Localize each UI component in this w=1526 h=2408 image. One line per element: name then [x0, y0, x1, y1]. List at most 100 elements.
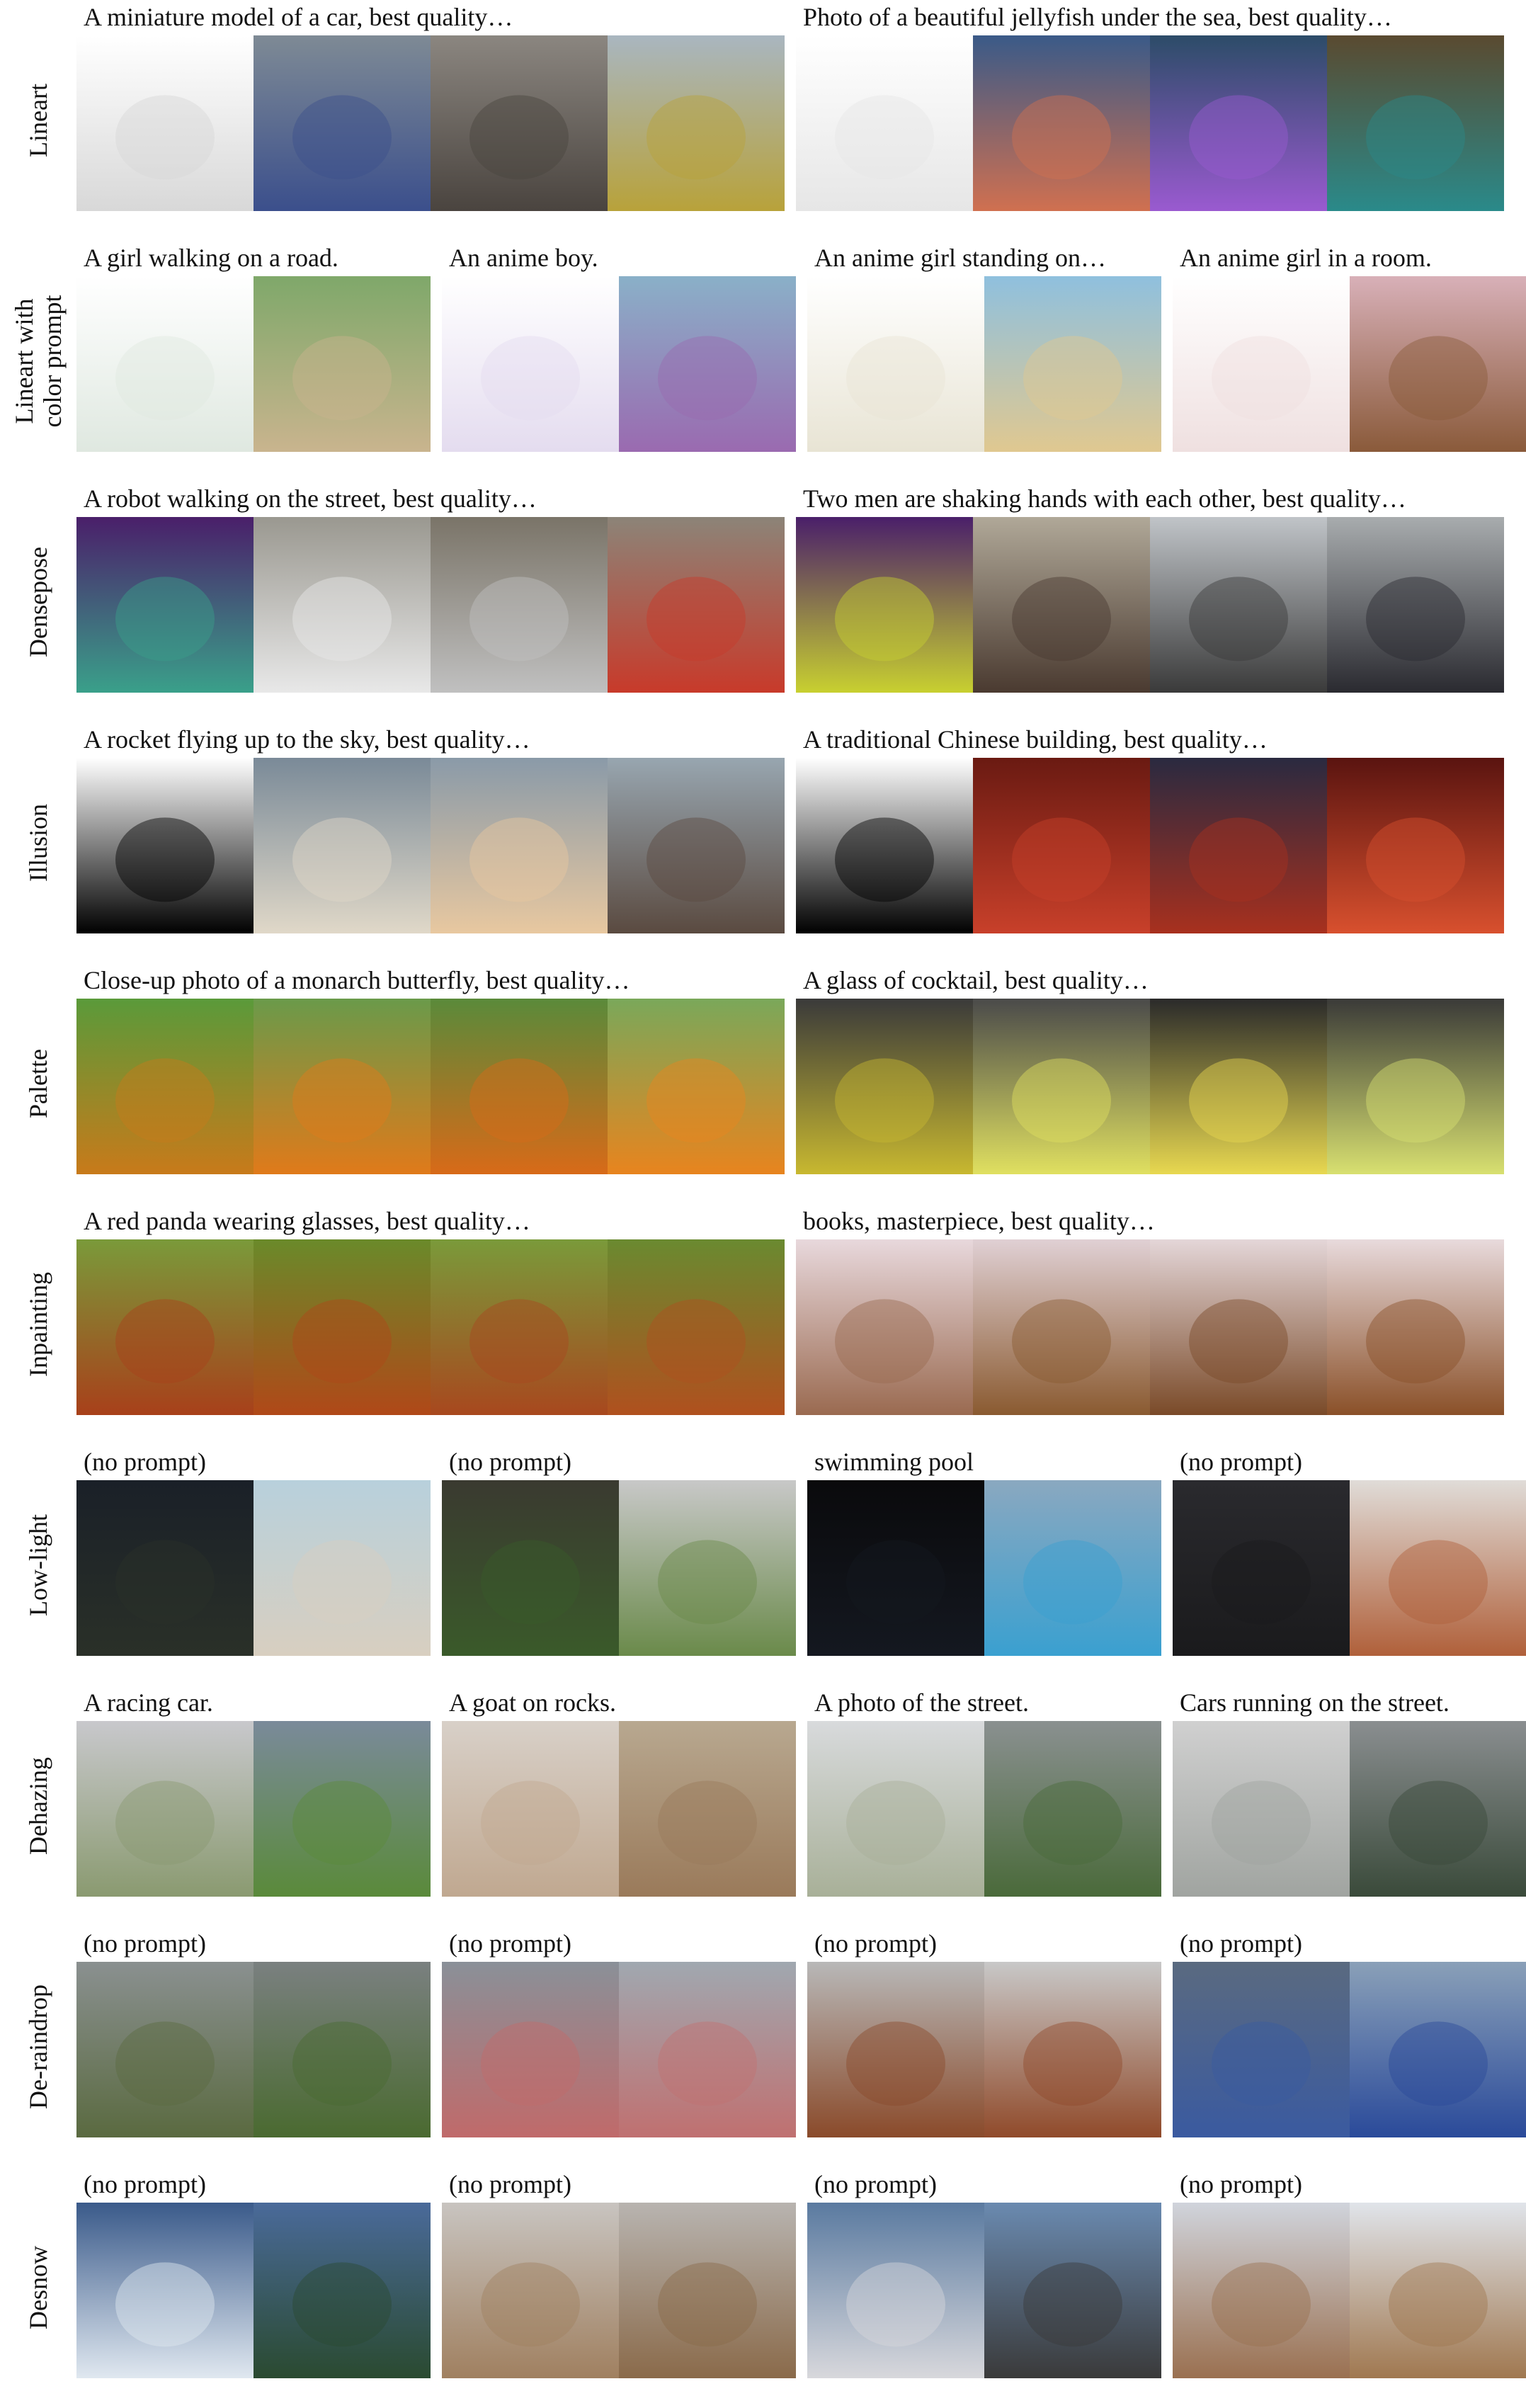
example-group: An anime boy.: [442, 241, 796, 482]
robot-silver-image: [431, 517, 608, 693]
chinese-building-image: [973, 758, 1150, 933]
pool-bright-image: [984, 1480, 1161, 1656]
example-group: A miniature model of a car, best quality…: [76, 0, 785, 241]
red-panda-glasses-image: [608, 1239, 785, 1415]
house-snowfall-image: [807, 2203, 984, 2378]
men-handshake-image: [973, 517, 1150, 693]
figure-row: Dehazing A racing car. A goat on rocks. A p…: [0, 1686, 1526, 1926]
building-clear-image: [619, 1962, 796, 2137]
rocket-launch-image: [254, 758, 431, 933]
prompt-caption: Cars running on the street.: [1180, 1688, 1450, 1717]
prompt-caption: (no prompt): [84, 2170, 206, 2198]
book-stack-image: [1150, 1239, 1327, 1415]
prompt-caption: A robot walking on the street, best qual…: [84, 484, 537, 513]
example-group: A goat on rocks.: [442, 1686, 796, 1926]
row-label: Illusion: [0, 722, 76, 963]
example-group: (no prompt): [76, 2167, 431, 2408]
prompt-caption: (no prompt): [84, 1929, 206, 1958]
figure-row: Desnow (no prompt) (no prompt) (no prompt) (…: [0, 2167, 1526, 2408]
ruins-bright-image: [619, 1480, 796, 1656]
prompt-caption: An anime girl standing on…: [814, 244, 1106, 272]
red-panda-glasses-image: [431, 1239, 608, 1415]
jellyfish-red-image: [973, 35, 1150, 211]
prompt-caption: A miniature model of a car, best quality…: [84, 3, 513, 31]
rocket-launch-image: [431, 758, 608, 933]
example-group: books, masterpiece, best quality…: [796, 1204, 1504, 1445]
figure-row: Lineart with color prompt A girl walking …: [0, 241, 1526, 482]
butterfly-image: [608, 999, 785, 1174]
figure-row: Low-light (no prompt) (no prompt) swimming …: [0, 1445, 1526, 1686]
road-hazy-image: [1173, 1721, 1350, 1897]
beach-bright-image: [254, 1480, 431, 1656]
beach-dark-image: [76, 1480, 254, 1656]
anime-girl-room-image: [1350, 276, 1526, 452]
chinese-building-image: [1150, 758, 1327, 933]
cocktail-glass-image: [1327, 999, 1504, 1174]
row-label-text: Inpainting: [24, 1272, 52, 1377]
color-dots-sketch-image: [76, 276, 254, 452]
jellyfish-purple-image: [1150, 35, 1327, 211]
wolf-snowfall-image: [442, 2203, 619, 2378]
pixel-palette-image: [76, 999, 254, 1174]
jellyfish-sketch-image: [796, 35, 973, 211]
forest-snowfall-image: [76, 2203, 254, 2378]
street-hazy-image: [807, 1721, 984, 1897]
example-group: An anime girl in a room.: [1173, 241, 1526, 482]
prompt-caption: Close-up photo of a monarch butterfly, b…: [84, 966, 630, 994]
row-label: Palette: [0, 963, 76, 1204]
penguin-silhouette-image: [76, 758, 254, 933]
color-dots-sketch-image: [442, 276, 619, 452]
color-dots-sketch-image: [807, 276, 984, 452]
row-label: Inpainting: [0, 1204, 76, 1445]
row-label-text: Desnow: [24, 2246, 52, 2329]
row-label: Low-light: [0, 1445, 76, 1686]
prompt-caption: A rocket flying up to the sky, best qual…: [84, 725, 530, 754]
pixel-palette-image: [796, 999, 973, 1174]
race-car-clear-image: [254, 1721, 431, 1897]
prompt-caption: A glass of cocktail, best quality…: [803, 966, 1149, 994]
anime-girl-road-image: [254, 276, 431, 452]
example-group: Close-up photo of a monarch butterfly, b…: [76, 963, 785, 1204]
butterfly-image: [431, 999, 608, 1174]
men-handshake-image: [1327, 517, 1504, 693]
example-group: (no prompt): [1173, 1445, 1526, 1686]
figure-row: Palette Close-up photo of a monarch butte…: [0, 963, 1526, 1204]
row-label-text: Palette: [24, 1049, 52, 1118]
row-label: De-raindrop: [0, 1926, 76, 2167]
row-label: Desnow: [0, 2167, 76, 2408]
tower-clear-image: [984, 1962, 1161, 2137]
row-label-text: Low-light: [24, 1514, 52, 1616]
jellyfish-teal-image: [1327, 35, 1504, 211]
prompt-caption: (no prompt): [814, 2170, 937, 2198]
example-group: (no prompt): [76, 1926, 431, 2167]
forest-clear-image: [254, 2203, 431, 2378]
prompt-caption: (no prompt): [1180, 2170, 1302, 2198]
prompt-caption: swimming pool: [814, 1448, 974, 1476]
row-label-text: De-raindrop: [24, 1984, 52, 2109]
cocktail-glass-image: [973, 999, 1150, 1174]
example-group: swimming pool: [807, 1445, 1161, 1686]
figure-row: Lineart A miniature model of a car, best …: [0, 0, 1526, 241]
deer-snowfall-image: [1173, 2203, 1350, 2378]
road-clear-image: [1350, 1721, 1526, 1897]
pool-dark-image: [807, 1480, 984, 1656]
figure-row: Inpainting A red panda wearing glasses, b…: [0, 1204, 1526, 1445]
car-sketch-image: [76, 35, 254, 211]
example-group: Two men are shaking hands with each othe…: [796, 482, 1504, 722]
book-stack-image: [1327, 1239, 1504, 1415]
street-clear-image: [984, 1721, 1161, 1897]
example-group: Photo of a beautiful jellyfish under the…: [796, 0, 1504, 241]
red-panda-masked-image: [76, 1239, 254, 1415]
example-group: (no prompt): [442, 1926, 796, 2167]
prompt-caption: An anime girl in a room.: [1180, 244, 1432, 272]
prompt-caption: (no prompt): [1180, 1929, 1302, 1958]
deer-clear-image: [1350, 2203, 1526, 2378]
anime-girl-beach-image: [984, 276, 1161, 452]
example-group: Cars running on the street.: [1173, 1686, 1526, 1926]
cocktail-glass-image: [1150, 999, 1327, 1174]
example-group: A photo of the street.: [807, 1686, 1161, 1926]
row-label: Dehazing: [0, 1686, 76, 1926]
ruins-dark-image: [442, 1480, 619, 1656]
color-dots-sketch-image: [1173, 276, 1350, 452]
car-photo-yellow-image: [608, 35, 785, 211]
